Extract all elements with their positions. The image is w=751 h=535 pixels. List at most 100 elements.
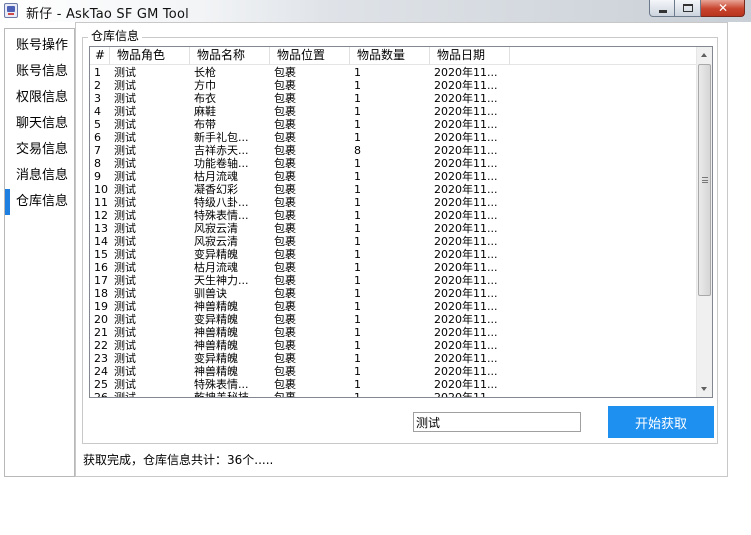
table-row[interactable]: 2 测试 方巾 包裹 1 2020年11...: [90, 79, 698, 92]
cell-index: 4: [94, 105, 101, 118]
cell-index: 17: [94, 274, 108, 287]
column-header-location[interactable]: 物品位置: [270, 47, 350, 65]
table-row[interactable]: 25 测试 特殊表情... 包裹 1 2020年11...: [90, 378, 698, 391]
table-row[interactable]: 1 测试 长枪 包裹 1 2020年11...: [90, 66, 698, 79]
table-row[interactable]: 26 测试 乾坤盖秘技 包裹 1 2020年11...: [90, 391, 698, 398]
scroll-up-icon[interactable]: [697, 47, 712, 63]
cell-quantity: 8: [354, 144, 361, 157]
cell-location: 包裹: [274, 235, 296, 248]
cell-location: 包裹: [274, 209, 296, 222]
table-row[interactable]: 6 测试 新手礼包... 包裹 1 2020年11...: [90, 131, 698, 144]
cell-role: 测试: [114, 92, 136, 105]
cell-item-name: 特级八卦...: [194, 196, 249, 209]
column-header-index[interactable]: #: [90, 47, 110, 65]
cell-date: 2020年11...: [434, 183, 498, 196]
table-row[interactable]: 10 测试 凝香幻彩 包裹 1 2020年11...: [90, 183, 698, 196]
table-row[interactable]: 15 测试 变异精魄 包裹 1 2020年11...: [90, 248, 698, 261]
vertical-scrollbar[interactable]: [696, 47, 712, 397]
table-row[interactable]: 19 测试 神兽精魄 包裹 1 2020年11...: [90, 300, 698, 313]
cell-quantity: 1: [354, 248, 361, 261]
cell-item-name: 布带: [194, 118, 216, 131]
maximize-button[interactable]: [675, 0, 701, 17]
cell-quantity: 1: [354, 339, 361, 352]
minimize-button[interactable]: [649, 0, 675, 17]
table-row[interactable]: 12 测试 特殊表情... 包裹 1 2020年11...: [90, 209, 698, 222]
cell-role: 测试: [114, 391, 136, 398]
cell-index: 3: [94, 92, 101, 105]
sidebar-item-account-actions[interactable]: 账号操作: [5, 33, 74, 59]
sidebar-item-trade-info[interactable]: 交易信息: [5, 137, 74, 163]
sidebar-item-permission-info[interactable]: 权限信息: [5, 85, 74, 111]
cell-location: 包裹: [274, 339, 296, 352]
cell-date: 2020年11...: [434, 352, 498, 365]
cell-item-name: 枯月流魂: [194, 261, 238, 274]
cell-item-name: 方巾: [194, 79, 216, 92]
table-row[interactable]: 18 测试 驯兽诀 包裹 1 2020年11...: [90, 287, 698, 300]
table-row[interactable]: 4 测试 麻鞋 包裹 1 2020年11...: [90, 105, 698, 118]
cell-item-name: 变异精魄: [194, 352, 238, 365]
cell-index: 12: [94, 209, 108, 222]
cell-item-name: 神兽精魄: [194, 326, 238, 339]
cell-quantity: 1: [354, 274, 361, 287]
table-row[interactable]: 17 测试 天生神力... 包裹 1 2020年11...: [90, 274, 698, 287]
cell-location: 包裹: [274, 313, 296, 326]
cell-date: 2020年11...: [434, 222, 498, 235]
table-row[interactable]: 13 测试 风寂云清 包裹 1 2020年11...: [90, 222, 698, 235]
table-row[interactable]: 14 测试 风寂云清 包裹 1 2020年11...: [90, 235, 698, 248]
sidebar-item-warehouse-info[interactable]: 仓库信息: [5, 189, 74, 215]
table-row[interactable]: 3 测试 布衣 包裹 1 2020年11...: [90, 92, 698, 105]
cell-index: 19: [94, 300, 108, 313]
cell-quantity: 1: [354, 222, 361, 235]
cell-date: 2020年11...: [434, 326, 498, 339]
cell-location: 包裹: [274, 196, 296, 209]
cell-index: 2: [94, 79, 101, 92]
cell-item-name: 天生神力...: [194, 274, 249, 287]
start-fetch-button[interactable]: 开始获取: [608, 406, 714, 438]
cell-role: 测试: [114, 313, 136, 326]
cell-location: 包裹: [274, 300, 296, 313]
cell-location: 包裹: [274, 248, 296, 261]
cell-date: 2020年11...: [434, 196, 498, 209]
sidebar-item-chat-info[interactable]: 聊天信息: [5, 111, 74, 137]
cell-index: 5: [94, 118, 101, 131]
scroll-thumb[interactable]: [698, 64, 711, 296]
cell-role: 测试: [114, 144, 136, 157]
cell-quantity: 1: [354, 131, 361, 144]
table-row[interactable]: 8 测试 功能卷轴... 包裹 1 2020年11...: [90, 157, 698, 170]
cell-item-name: 凝香幻彩: [194, 183, 238, 196]
table-row[interactable]: 11 测试 特级八卦... 包裹 1 2020年11...: [90, 196, 698, 209]
sidebar-item-account-info[interactable]: 账号信息: [5, 59, 74, 85]
table-row[interactable]: 23 测试 变异精魄 包裹 1 2020年11...: [90, 352, 698, 365]
column-header-role[interactable]: 物品角色: [110, 47, 190, 65]
table-row[interactable]: 5 测试 布带 包裹 1 2020年11...: [90, 118, 698, 131]
sidebar-item-message-info[interactable]: 消息信息: [5, 163, 74, 189]
table-row[interactable]: 21 测试 神兽精魄 包裹 1 2020年11...: [90, 326, 698, 339]
cell-location: 包裹: [274, 144, 296, 157]
scroll-down-icon[interactable]: [697, 381, 712, 397]
status-text: 获取完成，仓库信息共计：36个.....: [83, 453, 274, 467]
column-header-quantity[interactable]: 物品数量: [350, 47, 430, 65]
warehouse-groupbox: 仓库信息 # 物品角色 物品名称 物品位置 物品数量 物品日期 1 测试 长枪 包裹 1…: [82, 29, 718, 444]
table-row[interactable]: 9 测试 枯月流魂 包裹 1 2020年11...: [90, 170, 698, 183]
table-row[interactable]: 7 测试 吉祥赤天... 包裹 8 2020年11...: [90, 144, 698, 157]
role-filter-input[interactable]: [413, 412, 581, 432]
title-bar[interactable]: 新仔 - AskTao SF GM Tool ✕: [0, 0, 751, 22]
list-body: 1 测试 长枪 包裹 1 2020年11... 2 测试 方巾 包裹 1 2020年11... 3 测试布…: [90, 66, 698, 398]
column-header-item-name[interactable]: 物品名称: [190, 47, 270, 65]
cell-quantity: 1: [354, 378, 361, 391]
table-row[interactable]: 20 测试 变异精魄 包裹 1 2020年11...: [90, 313, 698, 326]
group-title: 仓库信息: [88, 29, 143, 43]
table-row[interactable]: 24 测试 神兽精魄 包裹 1 2020年11...: [90, 365, 698, 378]
cell-quantity: 1: [354, 66, 361, 79]
cell-item-name: 乾坤盖秘技: [194, 391, 249, 398]
column-header-date[interactable]: 物品日期: [430, 47, 510, 65]
cell-index: 20: [94, 313, 108, 326]
table-row[interactable]: 16 测试 枯月流魂 包裹 1 2020年11...: [90, 261, 698, 274]
warehouse-list[interactable]: # 物品角色 物品名称 物品位置 物品数量 物品日期 1 测试 长枪 包裹 1 2020年…: [89, 46, 713, 398]
close-button[interactable]: ✕: [701, 0, 745, 17]
table-row[interactable]: 22 测试 神兽精魄 包裹 1 2020年11...: [90, 339, 698, 352]
cell-location: 包裹: [274, 170, 296, 183]
main-panel: 仓库信息 # 物品角色 物品名称 物品位置 物品数量 物品日期 1 测试 长枪 包裹 1…: [75, 22, 728, 477]
cell-role: 测试: [114, 157, 136, 170]
cell-location: 包裹: [274, 274, 296, 287]
